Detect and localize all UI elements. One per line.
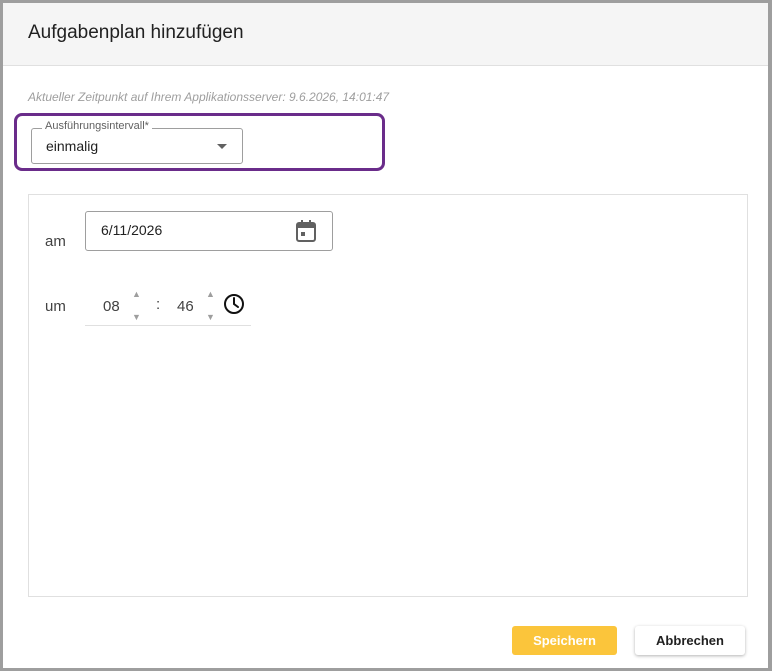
- date-label: am: [45, 233, 66, 250]
- interval-highlight: Ausführungsintervall* einmalig: [14, 113, 385, 171]
- time-separator: :: [156, 296, 161, 313]
- dialog-header: Aufgabenplan hinzufügen: [3, 3, 768, 66]
- hours-input[interactable]: 08: [103, 298, 120, 315]
- save-button[interactable]: Speichern: [512, 626, 617, 655]
- date-value: 6/11/2026: [101, 222, 163, 238]
- clock-icon[interactable]: [223, 293, 245, 315]
- minutes-input[interactable]: 46: [177, 298, 194, 315]
- server-time-text: Aktueller Zeitpunkt auf Ihrem Applikatio…: [28, 90, 390, 104]
- minutes-up-icon[interactable]: ▲: [206, 290, 215, 299]
- date-input[interactable]: 6/11/2026: [85, 211, 333, 251]
- dialog-title: Aufgabenplan hinzufügen: [28, 22, 244, 43]
- time-label: um: [45, 298, 66, 315]
- interval-select[interactable]: Ausführungsintervall* einmalig: [31, 120, 243, 164]
- chevron-down-icon[interactable]: [217, 144, 227, 149]
- time-input: 08 ▲ ▼ : 46 ▲ ▼: [85, 287, 251, 326]
- interval-value: einmalig: [46, 138, 99, 154]
- cancel-button[interactable]: Abbrechen: [635, 626, 745, 655]
- minutes-down-icon[interactable]: ▼: [206, 313, 215, 322]
- hours-down-icon[interactable]: ▼: [132, 313, 141, 322]
- hours-up-icon[interactable]: ▲: [132, 290, 141, 299]
- add-schedule-dialog: Aufgabenplan hinzufügen Aktueller Zeitpu…: [3, 3, 768, 668]
- interval-label: Ausführungsintervall*: [42, 120, 152, 132]
- calendar-icon[interactable]: [296, 220, 316, 242]
- schedule-panel: am 6/11/2026 um 08 ▲ ▼ : 46 ▲ ▼: [28, 194, 748, 597]
